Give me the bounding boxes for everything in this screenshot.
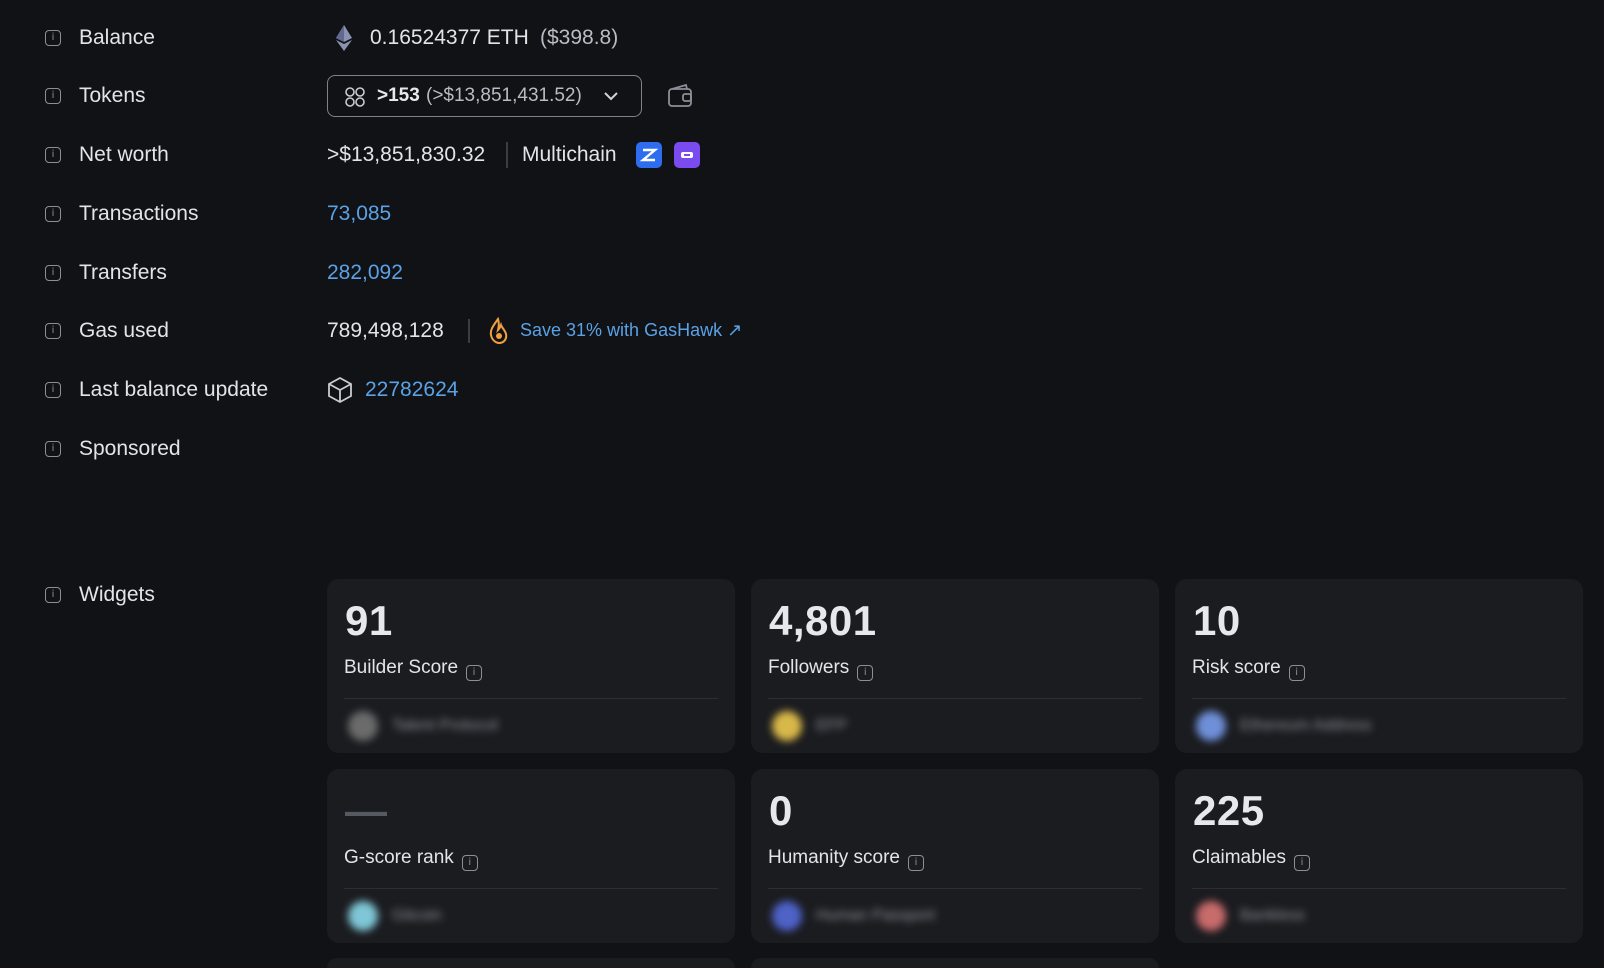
transactions-link[interactable]: 73,085 — [327, 202, 391, 226]
info-icon[interactable]: i — [1293, 855, 1310, 871]
provider-name: EFP — [816, 717, 848, 734]
info-icon[interactable]: i — [45, 147, 61, 163]
gas-used-row: i Gas used 789,498,128 Save 31% with Gas… — [0, 311, 1604, 351]
tokens-value: (>$13,851,431.52) — [426, 85, 582, 106]
info-icon[interactable]: i — [45, 265, 61, 281]
widget-provider[interactable]: Bankless — [1192, 899, 1452, 933]
widget-card-builder-score[interactable]: 91 Builder Score i Talent Protocol — [327, 579, 735, 753]
widget-card[interactable] — [327, 958, 735, 968]
widget-name: Humanity score i — [768, 847, 924, 871]
block-cube-icon — [328, 376, 352, 404]
provider-avatar — [772, 711, 802, 741]
widget-name: G-score rank i — [344, 847, 478, 871]
widget-card-humanity-score[interactable]: 0 Humanity score i Human Passport — [751, 769, 1159, 943]
balance-label: Balance — [79, 26, 155, 49]
last-balance-update-row: i Last balance update 22782624 — [0, 370, 1604, 410]
multichain-label[interactable]: Multichain — [522, 143, 617, 167]
multichain-app-icon[interactable] — [636, 142, 662, 168]
info-icon[interactable]: i — [45, 30, 61, 46]
divider — [468, 319, 470, 343]
info-icon[interactable]: i — [1288, 665, 1305, 681]
provider-name: Talent Protocol — [392, 717, 498, 734]
gas-used-value: 789,498,128 — [327, 319, 444, 342]
widget-provider[interactable]: Gitcoin — [344, 899, 604, 933]
provider-name: Bankless — [1240, 907, 1305, 924]
divider — [768, 698, 1142, 699]
provider-avatar — [348, 901, 378, 931]
info-icon[interactable]: i — [461, 855, 478, 871]
transfers-row: i Transfers 282,092 — [0, 253, 1604, 293]
net-worth-label: Net worth — [79, 143, 169, 166]
sponsored-row: i Sponsored — [0, 429, 1604, 469]
widget-provider[interactable]: Human Passport — [768, 899, 1028, 933]
widget-provider[interactable]: Ethereum Address — [1192, 709, 1452, 743]
balance-eth: 0.16524377 ETH — [370, 26, 529, 49]
block-number-link[interactable]: 22782624 — [365, 378, 458, 402]
widget-name: Risk score i — [1192, 657, 1305, 681]
tokens-label: Tokens — [79, 84, 146, 107]
info-icon[interactable]: i — [45, 88, 61, 104]
info-icon[interactable]: i — [45, 323, 61, 339]
widget-value: 10 — [1193, 597, 1241, 644]
gas-used-label: Gas used — [79, 319, 169, 342]
last-balance-update-label: Last balance update — [79, 378, 269, 401]
widget-name: Claimables i — [1192, 847, 1310, 871]
provider-avatar — [772, 901, 802, 931]
gashawk-link[interactable]: Save 31% with GasHawk ↗ — [520, 320, 742, 341]
transfers-label: Transfers — [79, 261, 167, 284]
widget-card[interactable] — [751, 958, 1159, 968]
divider — [768, 888, 1142, 889]
info-icon[interactable]: i — [45, 206, 61, 222]
transactions-label: Transactions — [79, 202, 199, 225]
widget-value: 225 — [1193, 787, 1265, 834]
divider — [344, 698, 718, 699]
widget-value: 0 — [769, 787, 793, 834]
chevron-down-icon — [604, 92, 618, 101]
multichain-portfolio-icon[interactable] — [674, 142, 700, 168]
widget-card-claimables[interactable]: 225 Claimables i Bankless — [1175, 769, 1583, 943]
widget-name: Followers i — [768, 657, 874, 681]
tokens-dropdown-button[interactable]: >153 (>$13,851,431.52) — [327, 75, 642, 117]
net-worth-value: >$13,851,830.32 — [327, 143, 486, 166]
divider — [344, 888, 718, 889]
provider-avatar — [1196, 711, 1226, 741]
widget-name: Builder Score i — [344, 657, 483, 681]
provider-name: Human Passport — [816, 907, 936, 924]
provider-avatar — [348, 711, 378, 741]
info-icon[interactable]: i — [466, 665, 483, 681]
widget-value: 91 — [345, 597, 393, 644]
info-icon[interactable]: i — [45, 382, 61, 398]
transactions-row: i Transactions 73,085 — [0, 194, 1604, 234]
balance-row: i Balance 0.16524377 ETH ($398.8) — [0, 18, 1604, 58]
tokens-count: >153 — [377, 85, 420, 106]
wallet-icon[interactable] — [666, 82, 694, 110]
provider-avatar — [1196, 901, 1226, 931]
transfers-link[interactable]: 282,092 — [327, 261, 403, 285]
provider-name: Gitcoin — [392, 907, 442, 924]
tokens-row: i Tokens — [0, 76, 1604, 116]
divider — [1192, 888, 1566, 889]
provider-name: Ethereum Address — [1240, 717, 1372, 734]
widget-card-followers[interactable]: 4,801 Followers i EFP — [751, 579, 1159, 753]
gashawk-flame-icon — [489, 317, 508, 345]
widget-value: — — [345, 787, 388, 834]
widget-provider[interactable]: EFP — [768, 709, 1028, 743]
net-worth-row: i Net worth >$13,851,830.32 Multichain — [0, 135, 1604, 175]
info-icon[interactable]: i — [45, 587, 61, 603]
widget-card-g-score-rank[interactable]: — G-score rank i Gitcoin — [327, 769, 735, 943]
divider — [1192, 698, 1566, 699]
info-icon[interactable]: i — [908, 855, 924, 871]
sponsored-label: Sponsored — [79, 437, 181, 460]
balance-usd: ($398.8) — [540, 26, 619, 49]
divider — [506, 142, 508, 168]
widget-value: 4,801 — [769, 597, 877, 644]
widgets-label: Widgets — [79, 583, 155, 606]
info-icon[interactable]: i — [857, 665, 874, 681]
ethereum-icon — [336, 25, 352, 51]
widget-card-risk-score[interactable]: 10 Risk score i Ethereum Address — [1175, 579, 1583, 753]
widget-provider[interactable]: Talent Protocol — [344, 709, 604, 743]
info-icon[interactable]: i — [45, 441, 61, 457]
grid-icon — [345, 87, 365, 107]
